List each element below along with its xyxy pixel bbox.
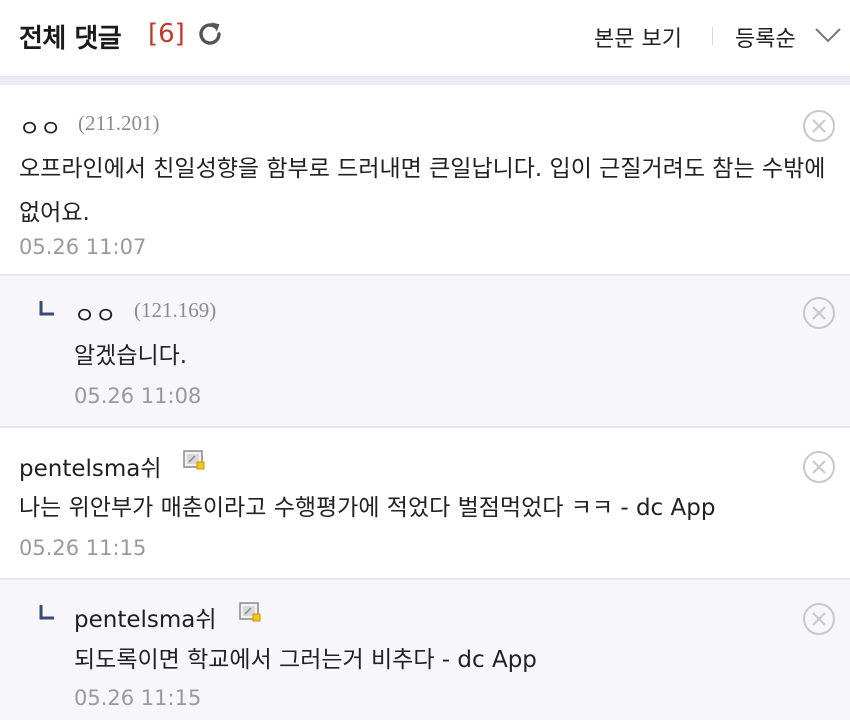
refresh-icon[interactable]: [194, 18, 226, 50]
comment-ip: (121.169): [134, 298, 217, 322]
comment-ip: (211.201): [78, 111, 160, 135]
comment-header: 전체 댓글 [6] 본문 보기 등록순: [0, 0, 850, 77]
delete-icon[interactable]: [802, 602, 836, 636]
comment-text: 나는 위안부가 매춘이라고 수행평가에 적었다 벌점먹었다 ㅋㅋ - dc Ap…: [19, 495, 716, 521]
chevron-down-icon[interactable]: [814, 26, 842, 44]
comment-nickname[interactable]: ㅇㅇ: [19, 109, 61, 143]
reply-arrow-icon: [39, 301, 54, 316]
comment-nickname[interactable]: pentelsma쉬: [19, 449, 162, 483]
header-divider: [712, 27, 713, 45]
comment-text: 되도록이면 학교에서 그러는거 비추다 - dc App: [74, 647, 537, 673]
gallog-icon[interactable]: [239, 602, 261, 622]
comment-item: ㅇㅇ (211.201) 오프라인에서 친일성향을 함부로 드러내면 큰일납니다…: [0, 85, 850, 276]
comments-title: 전체 댓글: [19, 24, 122, 54]
comment-date: 05.26 11:15: [19, 536, 147, 560]
delete-icon[interactable]: [802, 296, 836, 330]
comment-nickname[interactable]: pentelsma쉬: [74, 600, 217, 634]
comment-item: pentelsma쉬 나는 위안부가 매춘이라고 수행평가에 적었다 벌점먹었다…: [0, 428, 850, 580]
comment-date: 05.26 11:08: [74, 384, 202, 408]
comment-text: 오프라인에서 친일성향을 함부로 드러내면 큰일납니다. 입이 근질거려도 참는…: [19, 156, 826, 226]
comment-nickname[interactable]: ㅇㅇ: [74, 296, 116, 330]
comment-text: 알겠습니다.: [74, 343, 188, 369]
delete-icon[interactable]: [802, 450, 836, 484]
header-band: [0, 77, 850, 85]
view-post-button[interactable]: 본문 보기: [594, 21, 682, 53]
reply-arrow-icon: [39, 605, 54, 620]
delete-icon[interactable]: [802, 109, 836, 143]
comment-date: 05.26 11:15: [74, 686, 202, 710]
reply-item: ㅇㅇ (121.169) 알겠습니다. 05.26 11:08: [0, 276, 850, 428]
comment-date: 05.26 11:07: [19, 235, 147, 259]
comment-count: [6]: [148, 19, 185, 49]
gallog-icon[interactable]: [183, 450, 205, 470]
reply-item: pentelsma쉬 되도록이면 학교에서 그러는거 비추다 - dc App …: [0, 580, 850, 720]
sort-dropdown[interactable]: 등록순: [735, 21, 796, 53]
